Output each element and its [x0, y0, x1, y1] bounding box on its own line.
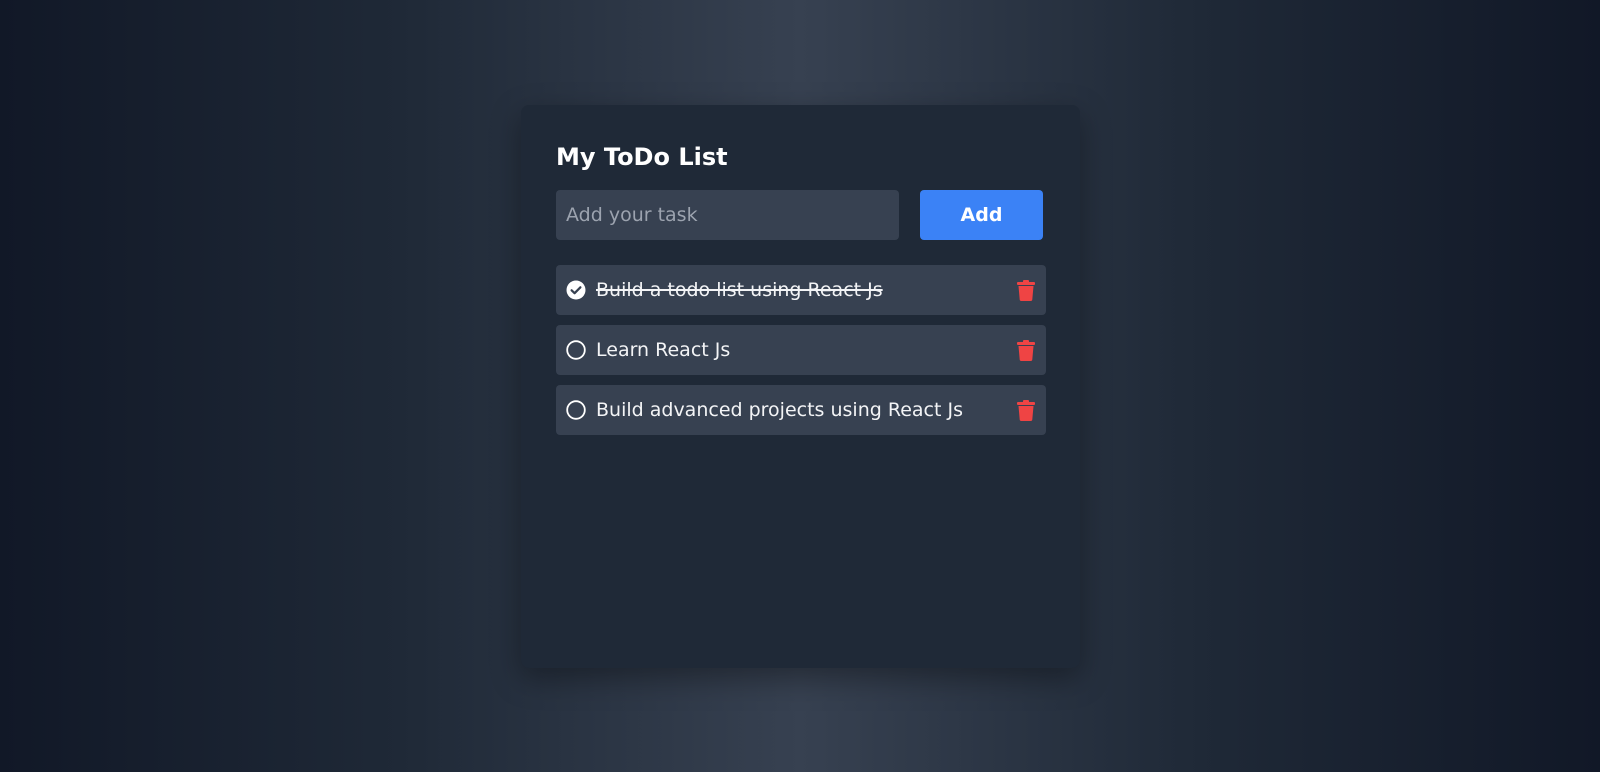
check-circle-icon[interactable] [566, 280, 586, 300]
task-text[interactable]: Build advanced projects using React Js [596, 399, 1016, 421]
task-text[interactable]: Learn React Js [596, 339, 1016, 361]
task-item: Build advanced projects using React Js [556, 385, 1046, 435]
page-title: My ToDo List [556, 143, 728, 171]
trash-icon[interactable] [1016, 279, 1036, 301]
add-button[interactable]: Add [920, 190, 1043, 240]
task-list: Build a todo list using React Js Learn R… [556, 265, 1046, 435]
task-input[interactable] [556, 190, 899, 240]
task-item: Build a todo list using React Js [556, 265, 1046, 315]
trash-icon[interactable] [1016, 399, 1036, 421]
trash-icon[interactable] [1016, 339, 1036, 361]
empty-circle-icon[interactable] [566, 400, 586, 420]
empty-circle-icon[interactable] [566, 340, 586, 360]
todo-card: My ToDo List Add Build a todo list using… [521, 105, 1080, 668]
add-task-row: Add [556, 190, 1045, 240]
task-text[interactable]: Build a todo list using React Js [596, 279, 1016, 301]
task-item: Learn React Js [556, 325, 1046, 375]
